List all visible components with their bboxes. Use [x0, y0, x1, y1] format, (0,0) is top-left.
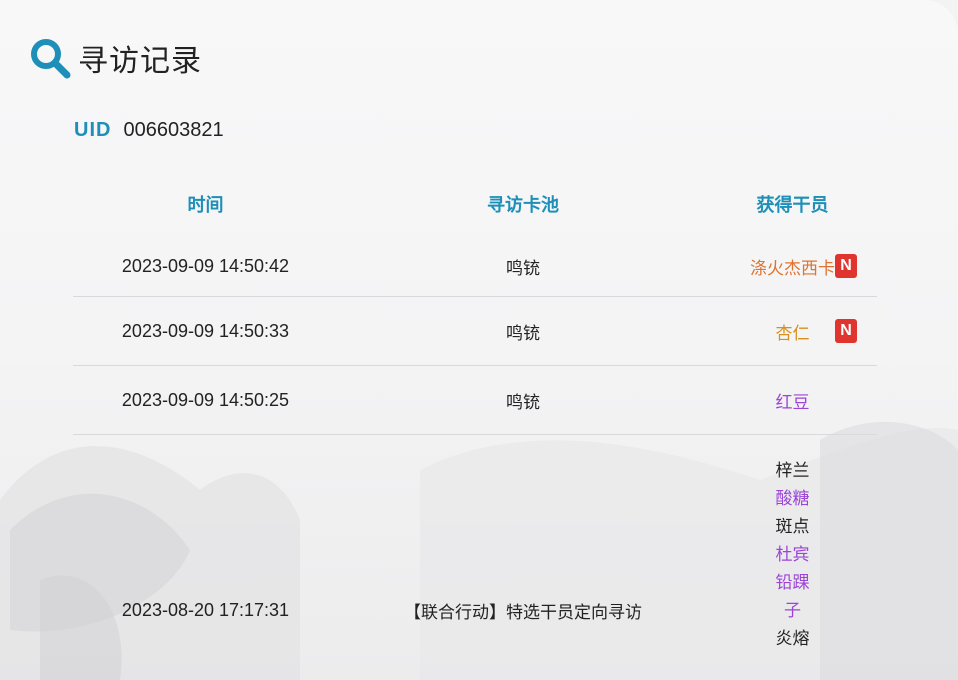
table-row: 2023-09-09 14:50:25 鸣铳 红豆: [73, 366, 877, 435]
header-pool: 寻访卡池: [487, 195, 559, 216]
row-pool: 鸣铳: [506, 258, 540, 279]
header-operator: 获得干员: [756, 195, 829, 216]
table-row: 2023-08-20 17:17:31 【联合行动】特选干员定向寻访 梓兰 酸糖…: [73, 435, 877, 653]
row-pool: 【联合行动】特选干员定向寻访: [404, 602, 642, 623]
operator-name: 铅踝子: [775, 573, 810, 621]
history-table: 时间 寻访卡池 获得干员 2023-09-09 14:50:42 鸣铳 涤火杰西…: [73, 180, 877, 653]
uid-label: UID: [74, 118, 112, 141]
table-header: 时间 寻访卡池 获得干员: [73, 180, 877, 228]
operator-name: 涤火杰西卡: [750, 258, 835, 279]
operator-name: 红豆: [775, 392, 810, 413]
page-title: 寻访记录: [78, 44, 202, 79]
search-icon: [31, 39, 71, 79]
row-operator-cell: 梓兰 酸糖 斑点 杜宾 铅踝子 炎熔: [708, 457, 877, 653]
row-operator-cell: 涤火杰西卡 N: [708, 254, 877, 279]
row-time: 2023-09-09 14:50:25: [121, 389, 290, 410]
header-time: 时间: [187, 195, 224, 216]
row-pool: 鸣铳: [506, 392, 540, 413]
table-row: 2023-09-09 14:50:33 鸣铳 杏仁 N: [73, 297, 877, 366]
new-badge: N: [835, 254, 857, 278]
operator-name: 梓兰: [775, 461, 810, 481]
new-badge: N: [835, 319, 857, 343]
operator-name: 酸糖: [775, 489, 810, 509]
row-pool: 鸣铳: [506, 323, 540, 344]
uid-row: UID 006603821: [74, 116, 224, 144]
row-time: 2023-08-20 17:17:31: [121, 599, 290, 620]
row-time: 2023-09-09 14:50:42: [121, 255, 290, 276]
row-time: 2023-09-09 14:50:33: [121, 320, 290, 341]
page-header: 寻访记录: [28, 36, 202, 80]
uid-value: 006603821: [123, 118, 224, 141]
table-row: 2023-09-09 14:50:42 鸣铳 涤火杰西卡 N: [73, 236, 877, 297]
operator-name: 杜宾: [775, 545, 810, 565]
operator-name: 杏仁: [775, 323, 810, 344]
operator-list: 梓兰 酸糖 斑点 杜宾 铅踝子 炎熔: [708, 457, 877, 653]
operator-name: 斑点: [775, 517, 810, 537]
row-operator-cell: 红豆: [708, 388, 877, 413]
gacha-history-panel: 寻访记录 UID 006603821 时间 寻访卡池 获得干员 2023-09-…: [0, 0, 958, 680]
row-operator-cell: 杏仁 N: [708, 319, 877, 344]
